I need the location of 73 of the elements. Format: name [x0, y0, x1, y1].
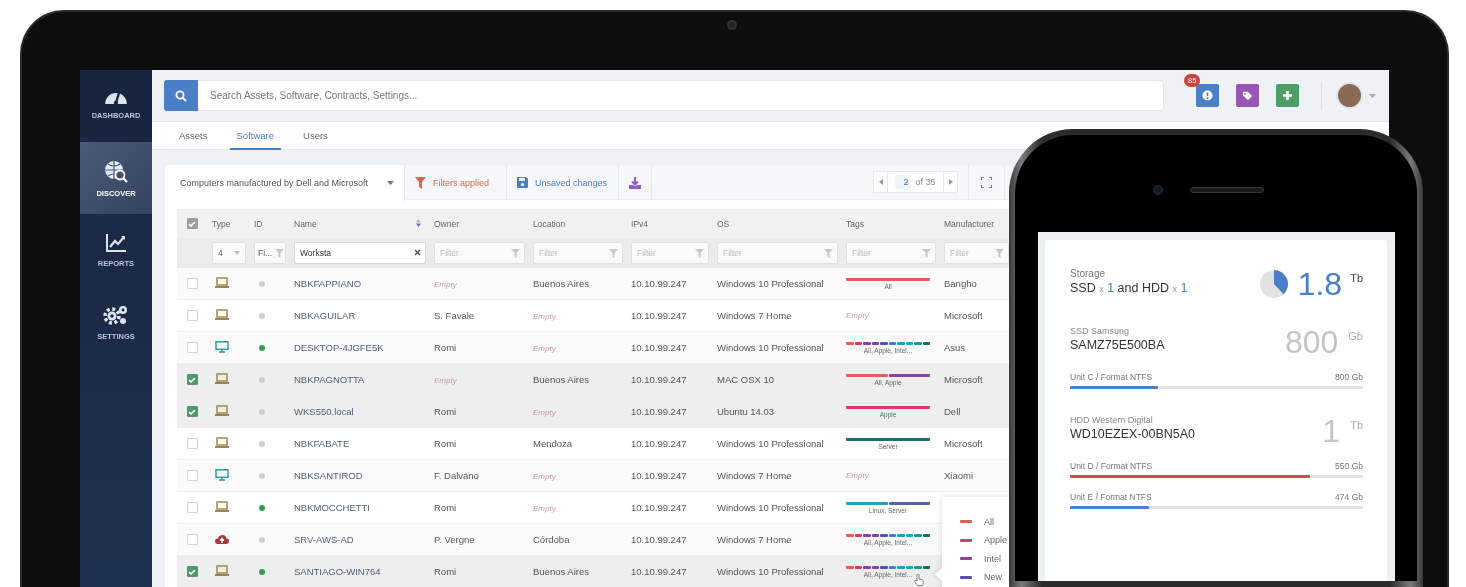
table-cell-text: Microsoft [943, 438, 983, 449]
partition-size: 800 Gb [1335, 372, 1363, 382]
table-cell-text: 10.10.99.247 [630, 374, 687, 385]
table-cell-text: Buenos Aires [532, 374, 589, 385]
table-cell-text: Empty [433, 280, 457, 289]
drive-unit: Gb [1348, 330, 1363, 342]
partition-label: Unit C / Format NTFS [1070, 372, 1153, 382]
table-cell-text: Empty [532, 504, 556, 513]
table-cell: Empty [846, 471, 869, 480]
table-cell-text: 10.10.99.247 [630, 342, 687, 353]
storage-summary-text: and HDD [1117, 281, 1170, 295]
table-cell-text: Romi [433, 502, 457, 513]
table-cell-text: Empty [532, 472, 556, 481]
table-cell-text: Romi [433, 342, 457, 353]
table-cell-text: 10.10.99.247 [630, 438, 687, 449]
table-cell-text: Empty [532, 312, 556, 321]
table-cell-text: Xiaomi [943, 470, 974, 481]
drive-unit: Tb [1350, 419, 1363, 431]
table-cell-text: Microsoft [943, 310, 983, 321]
table-cell-text: F. Dalvano [433, 470, 479, 481]
table-cell-text: Bangho [943, 278, 977, 289]
table-cell-text: Empty [532, 408, 556, 417]
table-cell-text: Windows 10 Professional [716, 438, 824, 449]
drive-label: HDD Western Digital [1070, 415, 1154, 425]
partition-label: Unit D / Format NTFS [1070, 461, 1153, 471]
table-cell: Empty [846, 311, 869, 320]
page-total: of 35 [915, 177, 936, 187]
storage-summary-text: SSD [1070, 281, 1096, 295]
table-cell-text: Windows 7 Home [716, 470, 792, 481]
table-cell-text: Windows 10 Professional [716, 566, 824, 577]
partition-size: 474 Gb [1335, 492, 1363, 502]
partition-label: Unit E / Format NTFS [1070, 492, 1152, 502]
storage-summary-text: x [1172, 284, 1177, 294]
table-cell-text: S. Favale [433, 310, 475, 321]
table-cell-text: 10.10.99.247 [630, 566, 687, 577]
table-cell-text: Mendoza [532, 438, 573, 449]
table-cell-text: 10.10.99.247 [630, 534, 687, 545]
drive-label: SSD Samsung [1070, 326, 1131, 336]
table-cell-text: P. Vergne [433, 534, 475, 545]
table-cell-text: 10.10.99.247 [630, 310, 687, 321]
storage-label: Storage [1070, 268, 1107, 279]
table-cell-text: Asus [943, 342, 966, 353]
table-cell-text: Dell [943, 406, 961, 417]
drive-size: 800 [1284, 326, 1339, 358]
storage-summary-text: 1 [1180, 281, 1188, 295]
drive-model: WD10EZEX-00BN5A0 [1070, 427, 1196, 441]
storage-unit: Tb [1350, 272, 1363, 284]
storage-summary-text: 1 [1107, 281, 1115, 295]
table-cell-text: Empty [532, 344, 556, 353]
table-cell-text: Romi [433, 438, 457, 449]
table-cell-text: 10.10.99.247 [630, 502, 687, 513]
table-cell-text: Microsoft [943, 374, 983, 385]
drive-model: SAMZ75E500BA [1070, 338, 1165, 352]
table-cell-text: 10.10.99.247 [630, 470, 687, 481]
table-cell-text: Windows 7 Home [716, 310, 792, 321]
table-cell-text: Windows 7 Home [716, 534, 792, 545]
storage-summary-text: x [1099, 284, 1104, 294]
table-cell-text: Ubuntu 14.03 [716, 406, 775, 417]
table-cell-text: 10.10.99.247 [630, 278, 687, 289]
table-cell-text: Buenos Aires [532, 278, 589, 289]
drive-size: 1 [1322, 415, 1341, 447]
storage-total: 1.8 [1297, 268, 1343, 300]
table-cell-text: Windows 10 Professional [716, 342, 824, 353]
table-cell-text: Buenos Aires [532, 566, 589, 577]
table-cell-text: Córdoba [532, 534, 570, 545]
table-cell-text: MAC OSX 10 [716, 374, 775, 385]
table-cell-text: Windows 10 Professional [716, 502, 824, 513]
table-cell-text: Romi [433, 406, 457, 417]
table-cell-text: Windows 10 Professional [716, 278, 824, 289]
table-cell-text: Romi [433, 566, 457, 577]
table-cell-text: 10.10.99.247 [630, 406, 687, 417]
partition-size: 550 Gb [1335, 461, 1363, 471]
table-cell-text: Empty [433, 376, 457, 385]
